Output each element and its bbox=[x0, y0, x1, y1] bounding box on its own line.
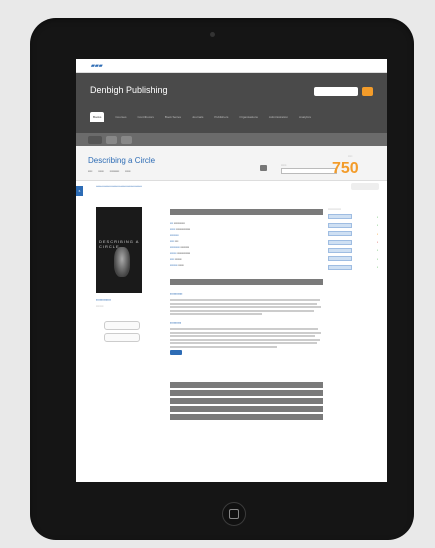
nav-item-publishers[interactable]: Publishers bbox=[214, 115, 228, 119]
app-header: Denbigh Publishing Books Courses Contrib… bbox=[76, 73, 387, 133]
publication-subtitle: ▫▫▫▫▫▫▫ bbox=[96, 304, 104, 308]
breadcrumb[interactable]: ▪▪▪▪▪▪▪▪▪▪▪▪▪▪▪▪▪▪▪▪▪▪▪▪▪▪▪▪▪▪▪▪▪▪▪▪▪▪▪▪… bbox=[96, 185, 142, 188]
subnav-button-1[interactable] bbox=[88, 135, 102, 144]
left-action-button-2[interactable] bbox=[104, 333, 140, 342]
field-subtitle: ▪▪▪▪▪ ▪▪▪▪▪▪▪▪▪▪▪▪▪ bbox=[170, 227, 190, 231]
score-label: ▫▫▫▫ bbox=[348, 154, 353, 158]
text-line bbox=[170, 299, 320, 301]
right-row-label[interactable] bbox=[328, 247, 352, 253]
right-column-title: ▫▫▫▫▫▫▫▫▫▫▫▫▫ bbox=[328, 207, 341, 211]
left-action-button-1[interactable] bbox=[104, 321, 140, 330]
right-row: ▪ bbox=[328, 247, 378, 253]
publication-date: ▪▪▪▪▪▪▪▪▪▪▪▪ bbox=[96, 298, 111, 302]
nav-item-books[interactable]: Books bbox=[90, 111, 105, 122]
right-row-label[interactable] bbox=[328, 256, 352, 262]
text-line bbox=[170, 306, 322, 308]
details-panel: ▪▪▪ ▪▪▪▪▪▪▪▪▪▪ ▪▪▪▪▪ ▪▪▪▪▪▪▪▪▪▪▪▪▪ ▪▪▪▪▪… bbox=[170, 219, 323, 269]
text-line bbox=[170, 338, 320, 341]
right-row-status: ▪ bbox=[376, 256, 378, 261]
nav-item-contributors[interactable]: Contributors bbox=[138, 115, 154, 119]
home-square-icon bbox=[229, 509, 239, 519]
section-label-short: ▪▪▪▪▪▪▪▪▪▪ bbox=[170, 292, 183, 296]
text-line bbox=[170, 345, 278, 348]
right-row-label[interactable] bbox=[328, 264, 352, 270]
right-row-status: ▪ bbox=[376, 231, 378, 236]
panel-header-description[interactable] bbox=[170, 279, 323, 285]
select-dropdown[interactable] bbox=[281, 168, 337, 174]
nav-item-courses[interactable]: Courses bbox=[115, 115, 126, 119]
field-edition: ▪▪▪▪ ▪▪▪ bbox=[170, 239, 179, 243]
toolbar-item-2[interactable]: ▪▪▪▪▪ bbox=[98, 169, 103, 173]
select-label: ▫▫▫▫▫ bbox=[281, 163, 287, 167]
right-row: ▪ bbox=[328, 214, 378, 220]
sub-nav bbox=[76, 133, 387, 146]
text-line bbox=[170, 313, 262, 315]
text-line bbox=[170, 335, 316, 337]
app-logo: ▰▰▰ bbox=[91, 62, 103, 69]
title-toolbar: ▪▪▪▪ ▪▪▪▪▪ ▪▪▪▪▪▪▪▪▪ ▪▪▪▪▪ bbox=[88, 169, 131, 173]
description-panel: ▪▪▪▪▪▪▪▪▪▪ ▪▪▪▪▪▪▪▪▪ bbox=[170, 289, 323, 355]
main-nav: Books Courses Contributors Book Series J… bbox=[76, 110, 387, 123]
book-cover: DESCRIBING A CIRCLE bbox=[96, 207, 142, 293]
subnav-button-3[interactable] bbox=[121, 135, 132, 144]
panel-header-collapsed-3[interactable] bbox=[170, 398, 323, 404]
right-row-label[interactable] bbox=[328, 239, 352, 245]
text-line bbox=[170, 328, 319, 330]
section-label-long: ▪▪▪▪▪▪▪▪▪ bbox=[170, 321, 182, 325]
title-bar: Describing a Circle ▪▪▪▪ ▪▪▪▪▪ ▪▪▪▪▪▪▪▪▪… bbox=[76, 146, 387, 181]
right-row: ▪ bbox=[328, 239, 378, 245]
camera-icon bbox=[210, 32, 215, 37]
field-publisher: ▪▪▪▪▪▪ ▪▪▪▪▪▪▪▪▪▪▪▪ bbox=[170, 251, 190, 255]
nav-item-administration[interactable]: Administration bbox=[269, 115, 288, 119]
right-row-status: ▪ bbox=[376, 223, 378, 228]
field-series: ▪▪▪▪▪▪▪▪ bbox=[170, 233, 179, 237]
nav-item-journals[interactable]: Journals bbox=[192, 115, 203, 119]
panel-header-collapsed-5[interactable] bbox=[170, 414, 323, 420]
right-row-status: ▪ bbox=[376, 265, 378, 270]
search-input[interactable] bbox=[314, 87, 358, 96]
right-row-label[interactable] bbox=[328, 222, 352, 228]
printer-icon[interactable] bbox=[260, 165, 267, 171]
right-row: ▪ bbox=[328, 256, 378, 262]
search-button[interactable] bbox=[362, 87, 373, 96]
nav-item-analytics[interactable]: Analytics bbox=[299, 115, 311, 119]
right-row-status: ▪ bbox=[376, 248, 378, 253]
toolbar-item-4[interactable]: ▪▪▪▪▪ bbox=[125, 169, 130, 173]
cover-figure bbox=[114, 247, 130, 277]
text-line bbox=[170, 302, 317, 305]
panel-header-details[interactable] bbox=[170, 209, 323, 215]
text-line bbox=[170, 309, 314, 312]
right-row: ▪ bbox=[328, 264, 378, 270]
right-row: ▪ bbox=[328, 222, 378, 228]
brand-title: Denbigh Publishing bbox=[90, 85, 168, 95]
toolbar-item-3[interactable]: ▪▪▪▪▪▪▪▪▪ bbox=[110, 169, 120, 173]
right-row-status: ▪ bbox=[376, 240, 378, 245]
field-title: ▪▪▪ ▪▪▪▪▪▪▪▪▪▪ bbox=[170, 221, 185, 225]
nav-item-organisations[interactable]: Organisations bbox=[239, 115, 258, 119]
list-button[interactable] bbox=[351, 183, 379, 190]
right-row: ▪ bbox=[328, 231, 378, 237]
field-contributors: ▪▪▪▪▪▪▪ ▪▪▪▪▪ bbox=[170, 263, 184, 267]
toolbar-item-1[interactable]: ▪▪▪▪ bbox=[88, 169, 92, 173]
nav-item-book-series[interactable]: Book Series bbox=[165, 115, 181, 119]
right-column: ▫▫▫▫▫▫▫▫▫▫▫▫▫ ▪ ▪ ▪ ▪ ▪ ▪ ▪ bbox=[328, 207, 378, 273]
page-title: Describing a Circle bbox=[88, 156, 156, 165]
text-line bbox=[170, 342, 317, 344]
top-bar: ▰▰▰ bbox=[76, 59, 387, 73]
score-value: 750 bbox=[332, 160, 359, 177]
panel-header-collapsed-4[interactable] bbox=[170, 406, 323, 412]
more-button[interactable] bbox=[170, 349, 182, 355]
field-imprint: ▪▪▪▪ ▪▪▪▪▪▪ bbox=[170, 257, 182, 261]
field-published: ▪▪▪▪▪▪▪▪▪ ▪▪▪▪▪▪▪▪ bbox=[170, 245, 189, 249]
side-tab[interactable]: 6 bbox=[76, 186, 83, 196]
right-row-label[interactable] bbox=[328, 231, 352, 237]
panel-header-collapsed-2[interactable] bbox=[170, 390, 323, 396]
subnav-button-2[interactable] bbox=[105, 135, 118, 144]
panel-header-collapsed-1[interactable] bbox=[170, 382, 323, 388]
text-line bbox=[170, 331, 322, 334]
right-row-status: ▪ bbox=[376, 214, 378, 219]
right-row-label[interactable] bbox=[328, 214, 352, 220]
app-screen: ▰▰▰ Denbigh Publishing Books Courses Con… bbox=[76, 59, 387, 482]
